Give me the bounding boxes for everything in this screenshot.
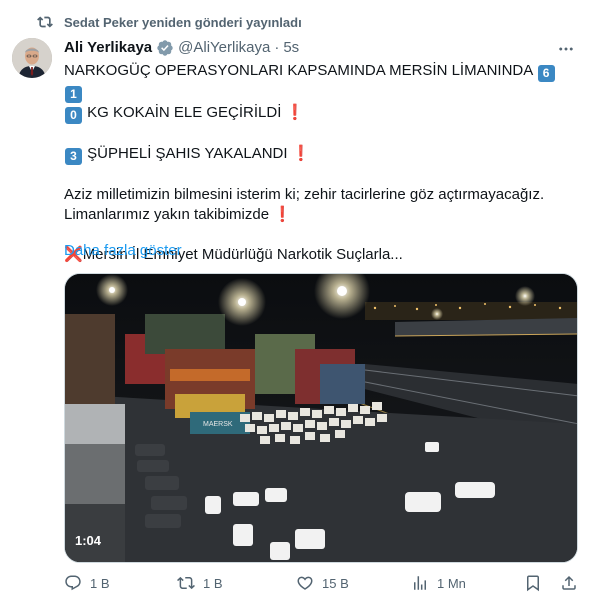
video-duration: 1:04	[75, 533, 102, 548]
tweet-text: NARKOGÜÇ OPERASYONLARI KAPSAMINDA MERSİN…	[64, 61, 574, 265]
repost-count: 1 B	[203, 575, 223, 591]
tweet-line-1: NARKOGÜÇ OPERASYONLARI KAPSAMINDA MERSİN…	[64, 61, 574, 103]
keycap-digit: 3	[65, 148, 82, 165]
keycap-digit: 1	[65, 86, 82, 103]
tweet-line-5: Limanlarımız yakın takibimizde ❗	[64, 206, 292, 223]
exclamation-icon: ❗	[273, 206, 292, 223]
like-button[interactable]: 15 B	[296, 574, 349, 592]
repost-button[interactable]: 1 B	[177, 574, 223, 592]
author-name[interactable]: Ali Yerlikaya	[64, 38, 152, 58]
avatar[interactable]	[12, 38, 52, 78]
reply-button[interactable]: 1 B	[64, 574, 110, 592]
more-options-icon[interactable]	[556, 40, 576, 58]
reply-count: 1 B	[90, 575, 110, 591]
tweet-line-3: 3 ŞÜPHELİ ŞAHIS YAKALANDI ❗	[64, 144, 574, 165]
views-count: 1 Mn	[437, 575, 466, 591]
video-thumbnail: MAERSK	[65, 274, 577, 562]
separator-dot: ·	[274, 39, 280, 56]
keycap-digit: 6	[537, 65, 555, 82]
repost-indicator[interactable]: Sedat Peker yeniden gönderi yayınladı	[37, 14, 302, 30]
exclamation-icon: ❗	[291, 145, 311, 162]
repost-icon	[37, 14, 53, 30]
tweet-line-2: 0 KG KOKAİN ELE GEÇİRİLDİ ❗	[64, 103, 574, 124]
bookmark-icon	[527, 575, 539, 592]
share-icon	[562, 575, 576, 590]
tweet-line-4: Aziz milletimizin bilmesini isterim ki; …	[64, 186, 545, 203]
share-button[interactable]	[560, 574, 578, 592]
video-player[interactable]: MAERSK 1:04	[64, 273, 578, 563]
bookmark-button[interactable]	[524, 574, 542, 592]
show-more-link[interactable]: Daha fazla göster	[64, 241, 182, 261]
views-chart-icon	[414, 576, 426, 590]
views-button[interactable]: 1 Mn	[411, 574, 466, 592]
exclamation-icon: ❗	[285, 104, 305, 121]
tweet-header: Ali Yerlikaya @AliYerlikaya · 5s	[64, 38, 299, 58]
repost-text: Sedat Peker yeniden gönderi yayınladı	[64, 14, 302, 30]
action-bar: 1 B 1 B 15 B 1 Mn	[64, 574, 578, 594]
container-label: MAERSK	[203, 421, 233, 428]
verified-badge-icon	[156, 39, 174, 57]
heart-icon	[297, 576, 313, 590]
reply-icon	[65, 575, 81, 591]
like-count: 15 B	[322, 575, 349, 591]
repost-icon	[177, 576, 195, 590]
timestamp[interactable]: 5s	[283, 38, 299, 58]
author-handle[interactable]: @AliYerlikaya	[178, 38, 270, 58]
keycap-digit: 0	[65, 107, 82, 124]
